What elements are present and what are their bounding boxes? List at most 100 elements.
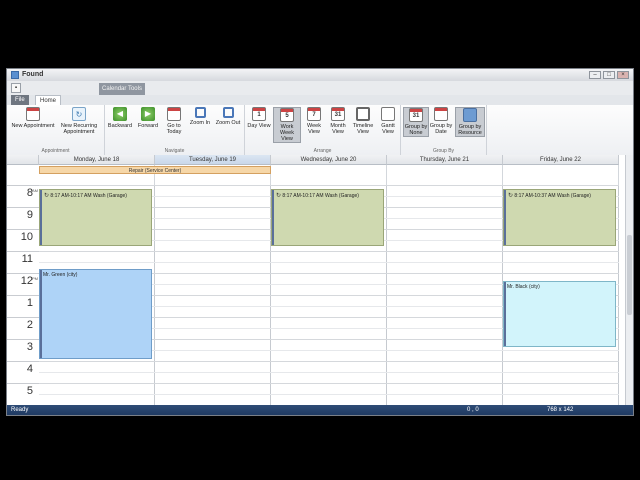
work-week-view-button[interactable]: 5 Work Week View: [273, 107, 301, 143]
day-view-icon: 1: [252, 107, 266, 121]
group-navigate: ◀ Backward ▶ Forward Go to Today Zoom In…: [105, 105, 245, 155]
go-to-today-button[interactable]: Go to Today: [163, 107, 185, 135]
recurrence-icon: ↻: [508, 193, 514, 199]
day-header-wed[interactable]: Wednesday, June 20: [271, 155, 387, 165]
appointment-fri-wash[interactable]: ↻ 8:17 AM-10:37 AM Wash (Garage): [503, 189, 616, 246]
window-controls: – □ ×: [589, 71, 629, 79]
new-recurring-appointment-button[interactable]: ↻ New Recurring Appointment: [57, 107, 101, 135]
status-bar: Ready 0 , 0 768 x 142: [7, 405, 633, 415]
hour-label: 8 AM: [7, 185, 39, 207]
vertical-scrollbar[interactable]: [625, 155, 633, 405]
group-label-arrange: Arrange: [313, 148, 332, 154]
close-button[interactable]: ×: [617, 71, 629, 79]
status-text: Ready: [11, 407, 29, 413]
scrollbar-thumb[interactable]: [627, 235, 632, 315]
time-ruler-header: [7, 155, 39, 165]
maximize-button[interactable]: □: [603, 71, 615, 79]
clock-icon: [356, 107, 370, 121]
day-view-button[interactable]: 1 Day View: [247, 107, 271, 129]
gantt-view-button[interactable]: Gantt View: [377, 107, 399, 135]
group-by-none-button[interactable]: 31 Group by None: [403, 107, 429, 137]
status-coordinates: 0 , 0: [467, 407, 479, 413]
minimize-button[interactable]: –: [589, 71, 601, 79]
appointment-status-bar: [504, 282, 506, 346]
gantt-icon: [381, 107, 395, 121]
group-label-navigate: Navigate: [164, 148, 185, 154]
new-appointment-button[interactable]: New Appointment: [11, 107, 55, 129]
grid-line: [39, 251, 619, 252]
save-icon[interactable]: ▪: [11, 83, 21, 93]
group-label-appointment: Appointment: [41, 148, 70, 154]
timeline-view-button[interactable]: Timeline View: [351, 107, 375, 135]
allday-cell-wed[interactable]: [271, 165, 387, 185]
grid-line: [39, 383, 619, 384]
hour-label: 2: [7, 317, 39, 339]
group-arrange: 1 Day View 5 Work Week View 7 Week View …: [245, 105, 401, 155]
group-none-icon: 31: [409, 108, 423, 122]
hour-label: 12 PM: [7, 273, 39, 295]
grid-line: [39, 372, 619, 373]
hour-label: 9: [7, 207, 39, 229]
group-group-by: 31 Group by None Group by Date Group by …: [401, 105, 487, 155]
group-by-date-button[interactable]: Group by Date: [429, 107, 453, 135]
recurrence-icon: ↻: [276, 193, 282, 199]
group-appointment: New Appointment ↻ New Recurring Appointm…: [7, 105, 105, 155]
allday-cell-thu[interactable]: [387, 165, 503, 185]
appointment-status-bar: [40, 270, 42, 358]
appointment-mon-wash[interactable]: ↻ 8:17 AM-10:17 AM Wash (Garage): [39, 189, 152, 246]
day-header-tue[interactable]: Tuesday, June 19: [155, 155, 271, 165]
forward-button[interactable]: ▶ Forward: [135, 107, 161, 129]
appointment-status-bar: [504, 190, 506, 245]
ribbon: New Appointment ↻ New Recurring Appointm…: [7, 105, 633, 156]
week-view-button[interactable]: 7 Week View: [303, 107, 325, 135]
week-view-icon: 7: [307, 107, 321, 121]
day-header-fri[interactable]: Friday, June 22: [503, 155, 619, 165]
app-icon: [11, 71, 19, 79]
ribbon-tab-row: File Home: [7, 95, 633, 106]
window-title: Found: [22, 71, 44, 78]
allday-cell-fri[interactable]: [503, 165, 619, 185]
appointment-status-bar: [40, 190, 42, 245]
time-ruler: 8 AM 9 10 11 12 PM 1 2 3 4 5: [7, 185, 39, 405]
tab-file[interactable]: File: [11, 95, 29, 105]
hour-label: 4: [7, 361, 39, 383]
appointment-status-bar: [272, 190, 274, 245]
appointment-wed-wash[interactable]: ↻ 8:17 AM-10:17 AM Wash (Garage): [271, 189, 384, 246]
grid-line: [39, 262, 619, 263]
recurrence-icon: ↻: [44, 193, 50, 199]
allday-appointment-repair[interactable]: Repair (Service Center): [39, 166, 271, 174]
month-view-icon: 31: [331, 107, 345, 121]
calendar-view: Monday, June 18 Tuesday, June 19 Wednesd…: [7, 155, 627, 405]
group-label-group-by: Group By: [432, 148, 455, 154]
work-week-icon: 5: [280, 108, 294, 122]
grid-line: [39, 361, 619, 362]
recurrence-icon: ↻: [72, 107, 86, 121]
hour-label: 5: [7, 383, 39, 405]
zoom-out-icon: [222, 107, 234, 118]
appointment-fri-black[interactable]: Mr. Black (city): [503, 281, 616, 347]
month-view-button[interactable]: 31 Month View: [327, 107, 349, 135]
day-header-thu[interactable]: Thursday, June 21: [387, 155, 503, 165]
zoom-in-icon: [194, 107, 206, 118]
day-header-mon[interactable]: Monday, June 18: [39, 155, 155, 165]
status-size: 768 x 142: [547, 407, 574, 413]
hour-label: 1: [7, 295, 39, 317]
zoom-in-button[interactable]: Zoom In: [187, 107, 213, 126]
group-date-icon: [434, 107, 448, 121]
grid-line: [39, 394, 619, 395]
hour-label: 11: [7, 251, 39, 273]
context-tab-calendar-tools[interactable]: Calendar Tools: [99, 83, 145, 95]
grid-line: [39, 185, 619, 186]
app-window: Found – □ × ▪ Calendar Tools File Home N…: [6, 68, 634, 416]
zoom-out-button[interactable]: Zoom Out: [215, 107, 241, 126]
backward-icon: ◀: [113, 107, 127, 121]
appointment-mon-green[interactable]: Mr. Green (city): [39, 269, 152, 359]
backward-button[interactable]: ◀ Backward: [107, 107, 133, 129]
group-by-resource-button[interactable]: Group by Resource: [455, 107, 485, 137]
today-icon: [167, 107, 181, 121]
hour-label: 3: [7, 339, 39, 361]
calendar-icon: [26, 107, 40, 121]
people-icon: [463, 108, 477, 122]
hour-label: 10: [7, 229, 39, 251]
forward-icon: ▶: [141, 107, 155, 121]
